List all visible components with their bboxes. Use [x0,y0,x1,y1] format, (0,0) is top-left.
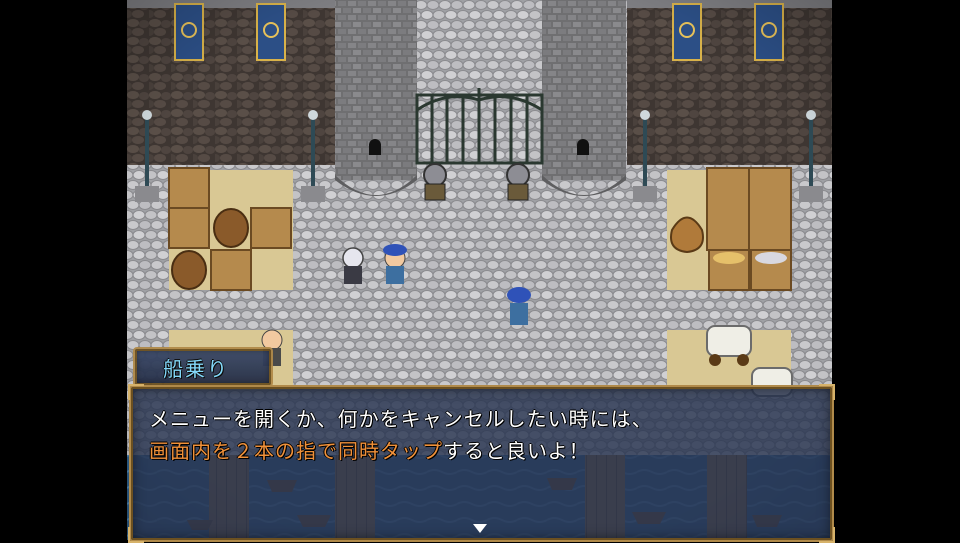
frame-corner [819,527,835,543]
message-line-2-rest: すると良いよ！ [443,439,590,463]
frame-corner [128,527,144,543]
message-highlight: 画面内を２本の指で同時タップ [149,439,443,463]
letterbox-left [0,0,127,540]
speaker-name: 船乗り [163,357,229,381]
frame-corner [819,384,835,400]
message-line-1: メニューを開くか、何かをキャンセルしたい時には、 [149,407,653,431]
speaker-name-box: 船乗り [133,347,273,387]
frame-corner [128,384,144,400]
message-line-2: 画面内を２本の指で同時タップすると良いよ！ [149,435,590,464]
advance-cursor-icon[interactable] [473,524,487,533]
letterbox-right [832,0,960,540]
message-window[interactable]: メニューを開くか、何かをキャンセルしたい時には、 画面内を２本の指で同時タップす… [128,384,835,543]
